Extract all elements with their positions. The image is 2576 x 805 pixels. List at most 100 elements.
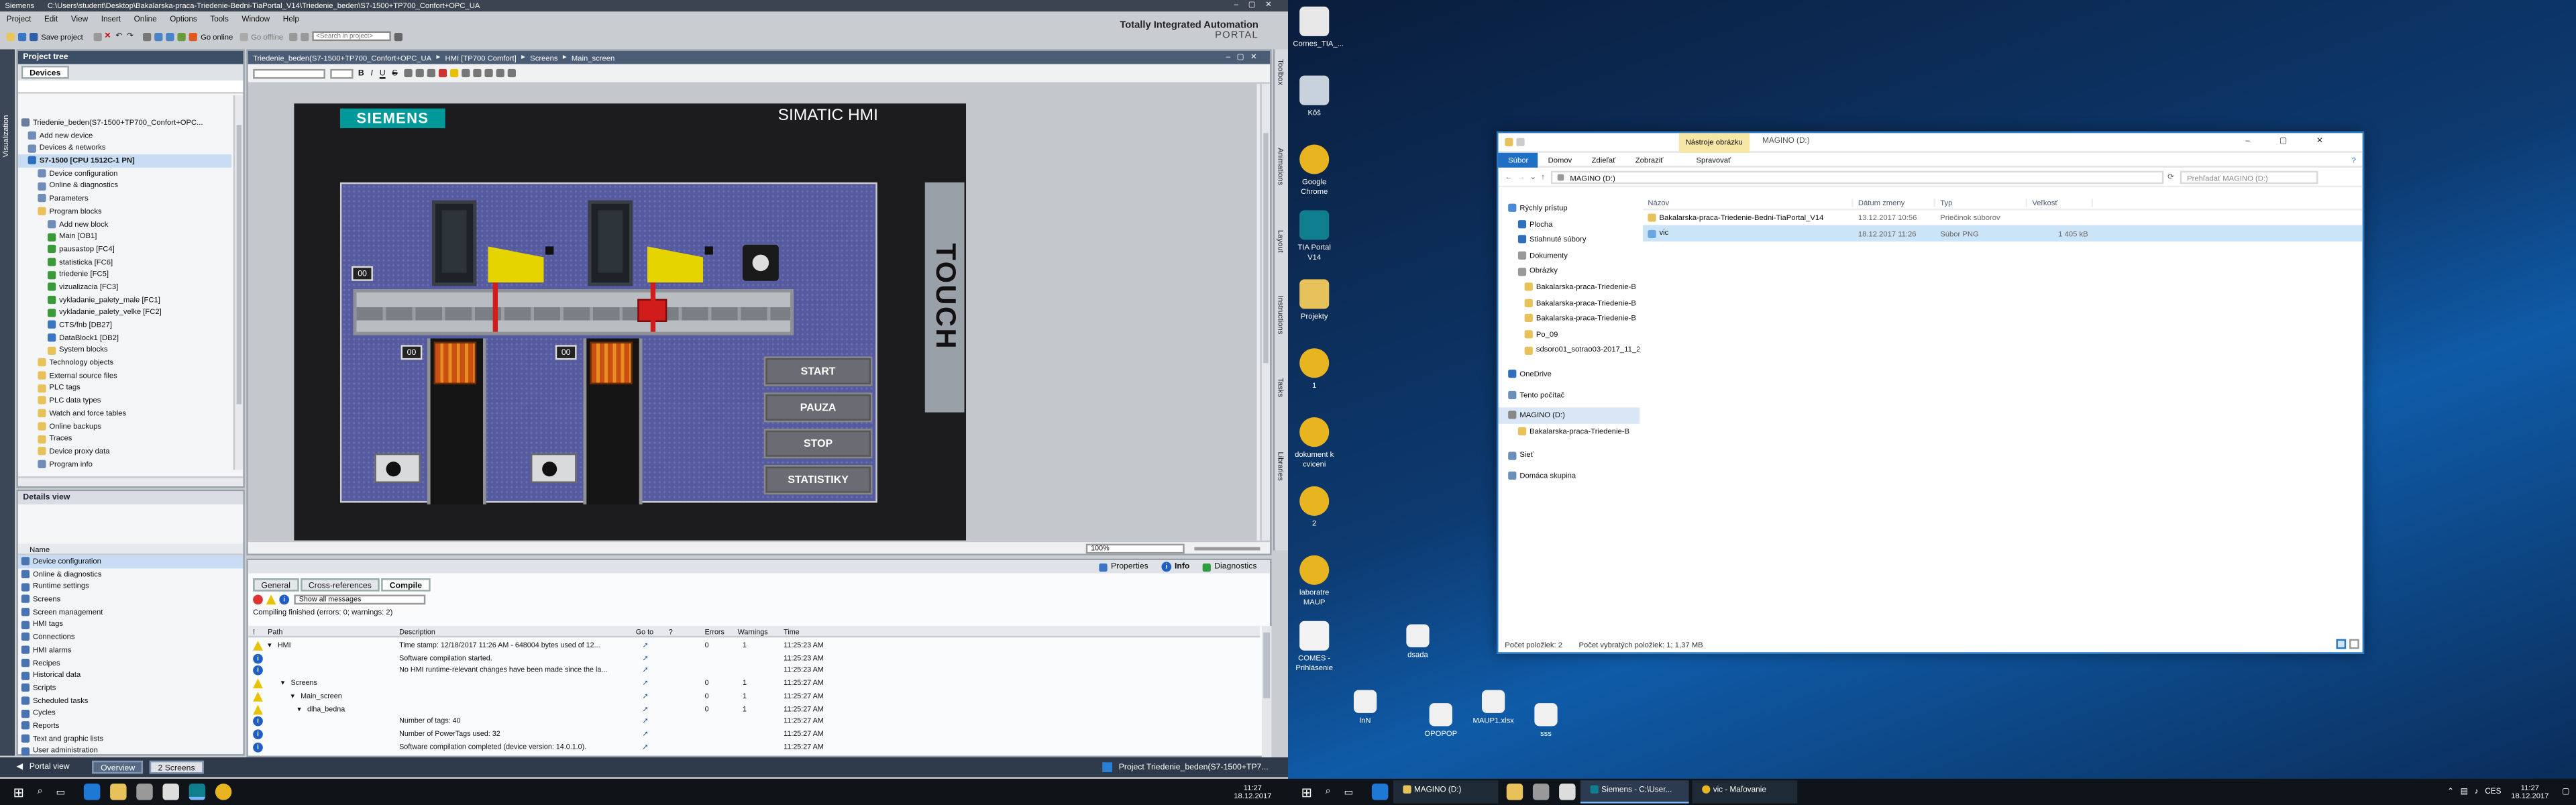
- desktop-icon[interactable]: Kôš: [1293, 75, 1336, 118]
- quick-access-toolbar-icon[interactable]: [1516, 138, 1525, 146]
- details-item[interactable]: Connections: [18, 631, 244, 644]
- goto-icon[interactable]: ➚: [643, 639, 649, 652]
- task-card-tab-layout[interactable]: Layout: [1277, 230, 1285, 253]
- tree-item[interactable]: Main [OB1]: [18, 230, 231, 243]
- message-row[interactable]: i Software compilation started. ➚ 11:25:23 …: [248, 651, 1260, 664]
- taskbar-explorer[interactable]: MAGINO (D:): [1393, 780, 1498, 804]
- download-icon[interactable]: [154, 32, 163, 41]
- tree-item[interactable]: Traces: [18, 433, 231, 445]
- tree-item[interactable]: PLC tags: [18, 382, 231, 394]
- nav-item[interactable]: Stiahnuté súbory: [1498, 232, 1640, 248]
- tree-item[interactable]: Add new block: [18, 217, 231, 230]
- message-row[interactable]: dlha_bedna ▾ ➚ 0 1 11:25:27 AM: [248, 702, 1260, 715]
- message-row[interactable]: Main_screen ▾ ➚ 0 1 11:25:27 AM: [248, 690, 1260, 702]
- nav-item[interactable]: Domáca skupina: [1498, 468, 1640, 484]
- menu-insert[interactable]: Insert: [101, 15, 121, 23]
- breadcrumb-item[interactable]: HMI [TP700 Comfort]: [445, 54, 517, 62]
- cross-references-tab[interactable]: Cross-references: [300, 577, 380, 591]
- task-view-icon[interactable]: ▭: [56, 786, 65, 798]
- ribbon-tab[interactable]: Súbor: [1498, 152, 1538, 167]
- messages-col-header[interactable]: Go to: [636, 626, 653, 637]
- message-row[interactable]: i No HMI runtime-relevant changes have be…: [248, 664, 1260, 677]
- menu-online[interactable]: Online: [134, 15, 157, 23]
- details-col-name[interactable]: Name: [17, 543, 244, 555]
- messages-col-header[interactable]: Errors: [705, 626, 724, 637]
- message-row[interactable]: HMI ▾ Time stamp: 12/18/2017 11:26 AM - 64…: [248, 639, 1260, 652]
- desktop-file[interactable]: sss: [1525, 703, 1568, 739]
- font-size-select[interactable]: [330, 68, 354, 78]
- go-offline-icon[interactable]: [239, 32, 248, 41]
- line-width-icon[interactable]: [473, 68, 482, 78]
- nav-item[interactable]: MAGINO (D:): [1498, 407, 1640, 424]
- open-project-icon[interactable]: [17, 32, 27, 41]
- save-project-button[interactable]: Save project: [41, 32, 83, 40]
- desktop-icon[interactable]: Cornes_TIA_...: [1293, 6, 1344, 49]
- details-item[interactable]: Cycles: [18, 707, 244, 720]
- store-icon[interactable]: [1532, 784, 1549, 800]
- visualization-tab[interactable]: Visualization: [1, 115, 15, 157]
- new-project-icon[interactable]: [6, 32, 15, 41]
- details-item[interactable]: Scheduled tasks: [18, 694, 244, 707]
- details-item[interactable]: Screens: [18, 593, 244, 606]
- details-item[interactable]: Scripts: [18, 682, 244, 694]
- tree-item[interactable]: External source files: [18, 369, 231, 382]
- print-icon[interactable]: [93, 32, 101, 41]
- message-row[interactable]: Screens ▾ ➚ 0 1 11:25:27 AM: [248, 677, 1260, 690]
- search-icon[interactable]: ⌕: [38, 786, 43, 798]
- large-icons-view-icon[interactable]: [2349, 639, 2359, 649]
- nav-item[interactable]: Bakalarska-praca-Triedenie-B: [1498, 423, 1640, 439]
- tree-item[interactable]: Program info: [18, 458, 231, 470]
- grid-icon[interactable]: [484, 68, 493, 78]
- breadcrumb-item[interactable]: Triedenie_beden(S7-1500+TP700_Confort+OP…: [253, 54, 431, 62]
- task-card-tab-libraries[interactable]: Libraries: [1277, 451, 1285, 480]
- tree-item[interactable]: Program blocks: [18, 205, 231, 218]
- start-button[interactable]: START: [763, 356, 873, 386]
- clock-right[interactable]: 11:27 18.12.2017: [2511, 783, 2548, 801]
- menu-help[interactable]: Help: [283, 15, 299, 23]
- tree-item[interactable]: statisticka [FC6]: [18, 256, 231, 268]
- desktop-icon[interactable]: COMES - Prihlásenie: [1293, 621, 1336, 672]
- details-view-icon[interactable]: [2336, 639, 2347, 649]
- message-row[interactable]: i Number of PowerTags used: 32 ➚ 11:25:27 A…: [248, 728, 1260, 741]
- general-tab[interactable]: General: [253, 577, 299, 591]
- go-online-button[interactable]: Go online: [201, 32, 233, 40]
- goto-icon[interactable]: ➚: [643, 741, 649, 753]
- file-explorer-icon[interactable]: [109, 784, 126, 800]
- info-tab[interactable]: Info: [1175, 562, 1189, 572]
- diagnostics-tab[interactable]: Diagnostics: [1214, 562, 1256, 572]
- messages-col-header[interactable]: ?: [669, 626, 673, 637]
- message-row[interactable]: i Number of tags: 40 ➚ 11:25:27 AM: [248, 715, 1260, 728]
- tree-item[interactable]: CTS/fnb [DB27]: [18, 319, 231, 331]
- nav-item[interactable]: Plocha: [1498, 216, 1640, 231]
- nav-item[interactable]: Po_09: [1498, 327, 1640, 342]
- file-explorer-icon[interactable]: [1506, 784, 1523, 800]
- zoom-select[interactable]: 100%: [1085, 543, 1185, 553]
- tree-item[interactable]: Online & diagnostics: [18, 180, 231, 193]
- file-col-header[interactable]: Veľkosť: [2027, 198, 2094, 207]
- project-search-input[interactable]: <Search in project>: [313, 31, 392, 42]
- font-select[interactable]: [253, 68, 325, 78]
- mail-icon[interactable]: [162, 784, 179, 800]
- details-view-header[interactable]: Details view: [17, 491, 244, 504]
- align-center-icon[interactable]: [415, 68, 424, 78]
- go-online-icon[interactable]: [189, 32, 198, 41]
- menu-window[interactable]: Window: [241, 15, 270, 23]
- simulation-icon[interactable]: [177, 32, 186, 41]
- menu-options[interactable]: Options: [170, 15, 197, 23]
- nav-item[interactable]: Bakalarska-praca-Triedenie-B: [1498, 279, 1640, 294]
- goto-icon[interactable]: ➚: [643, 690, 649, 702]
- desktop-icon[interactable]: dokument k cviceni: [1293, 417, 1336, 468]
- back-icon[interactable]: ←: [1505, 172, 1512, 180]
- forward-icon[interactable]: →: [1517, 172, 1525, 180]
- network-icon[interactable]: ▤: [2461, 788, 2468, 796]
- desktop-icon[interactable]: Projekty: [1293, 279, 1336, 321]
- strikethrough-button[interactable]: S: [392, 68, 397, 78]
- desktop-icon[interactable]: 1: [1293, 348, 1336, 390]
- goto-icon[interactable]: ➚: [643, 651, 649, 664]
- messages-col-header[interactable]: Time: [784, 626, 799, 637]
- file-row[interactable]: vic 18.12.2017 11:26 Súbor PNG 1 405 kB: [1643, 225, 2363, 241]
- expand-icon[interactable]: ▾: [268, 639, 271, 652]
- messages-scrollbar[interactable]: [1261, 626, 1272, 757]
- accessible-devices-icon[interactable]: [289, 32, 299, 41]
- tree-item[interactable]: Triedenie_beden(S7-1500+TP700_Confort+OP…: [18, 117, 231, 129]
